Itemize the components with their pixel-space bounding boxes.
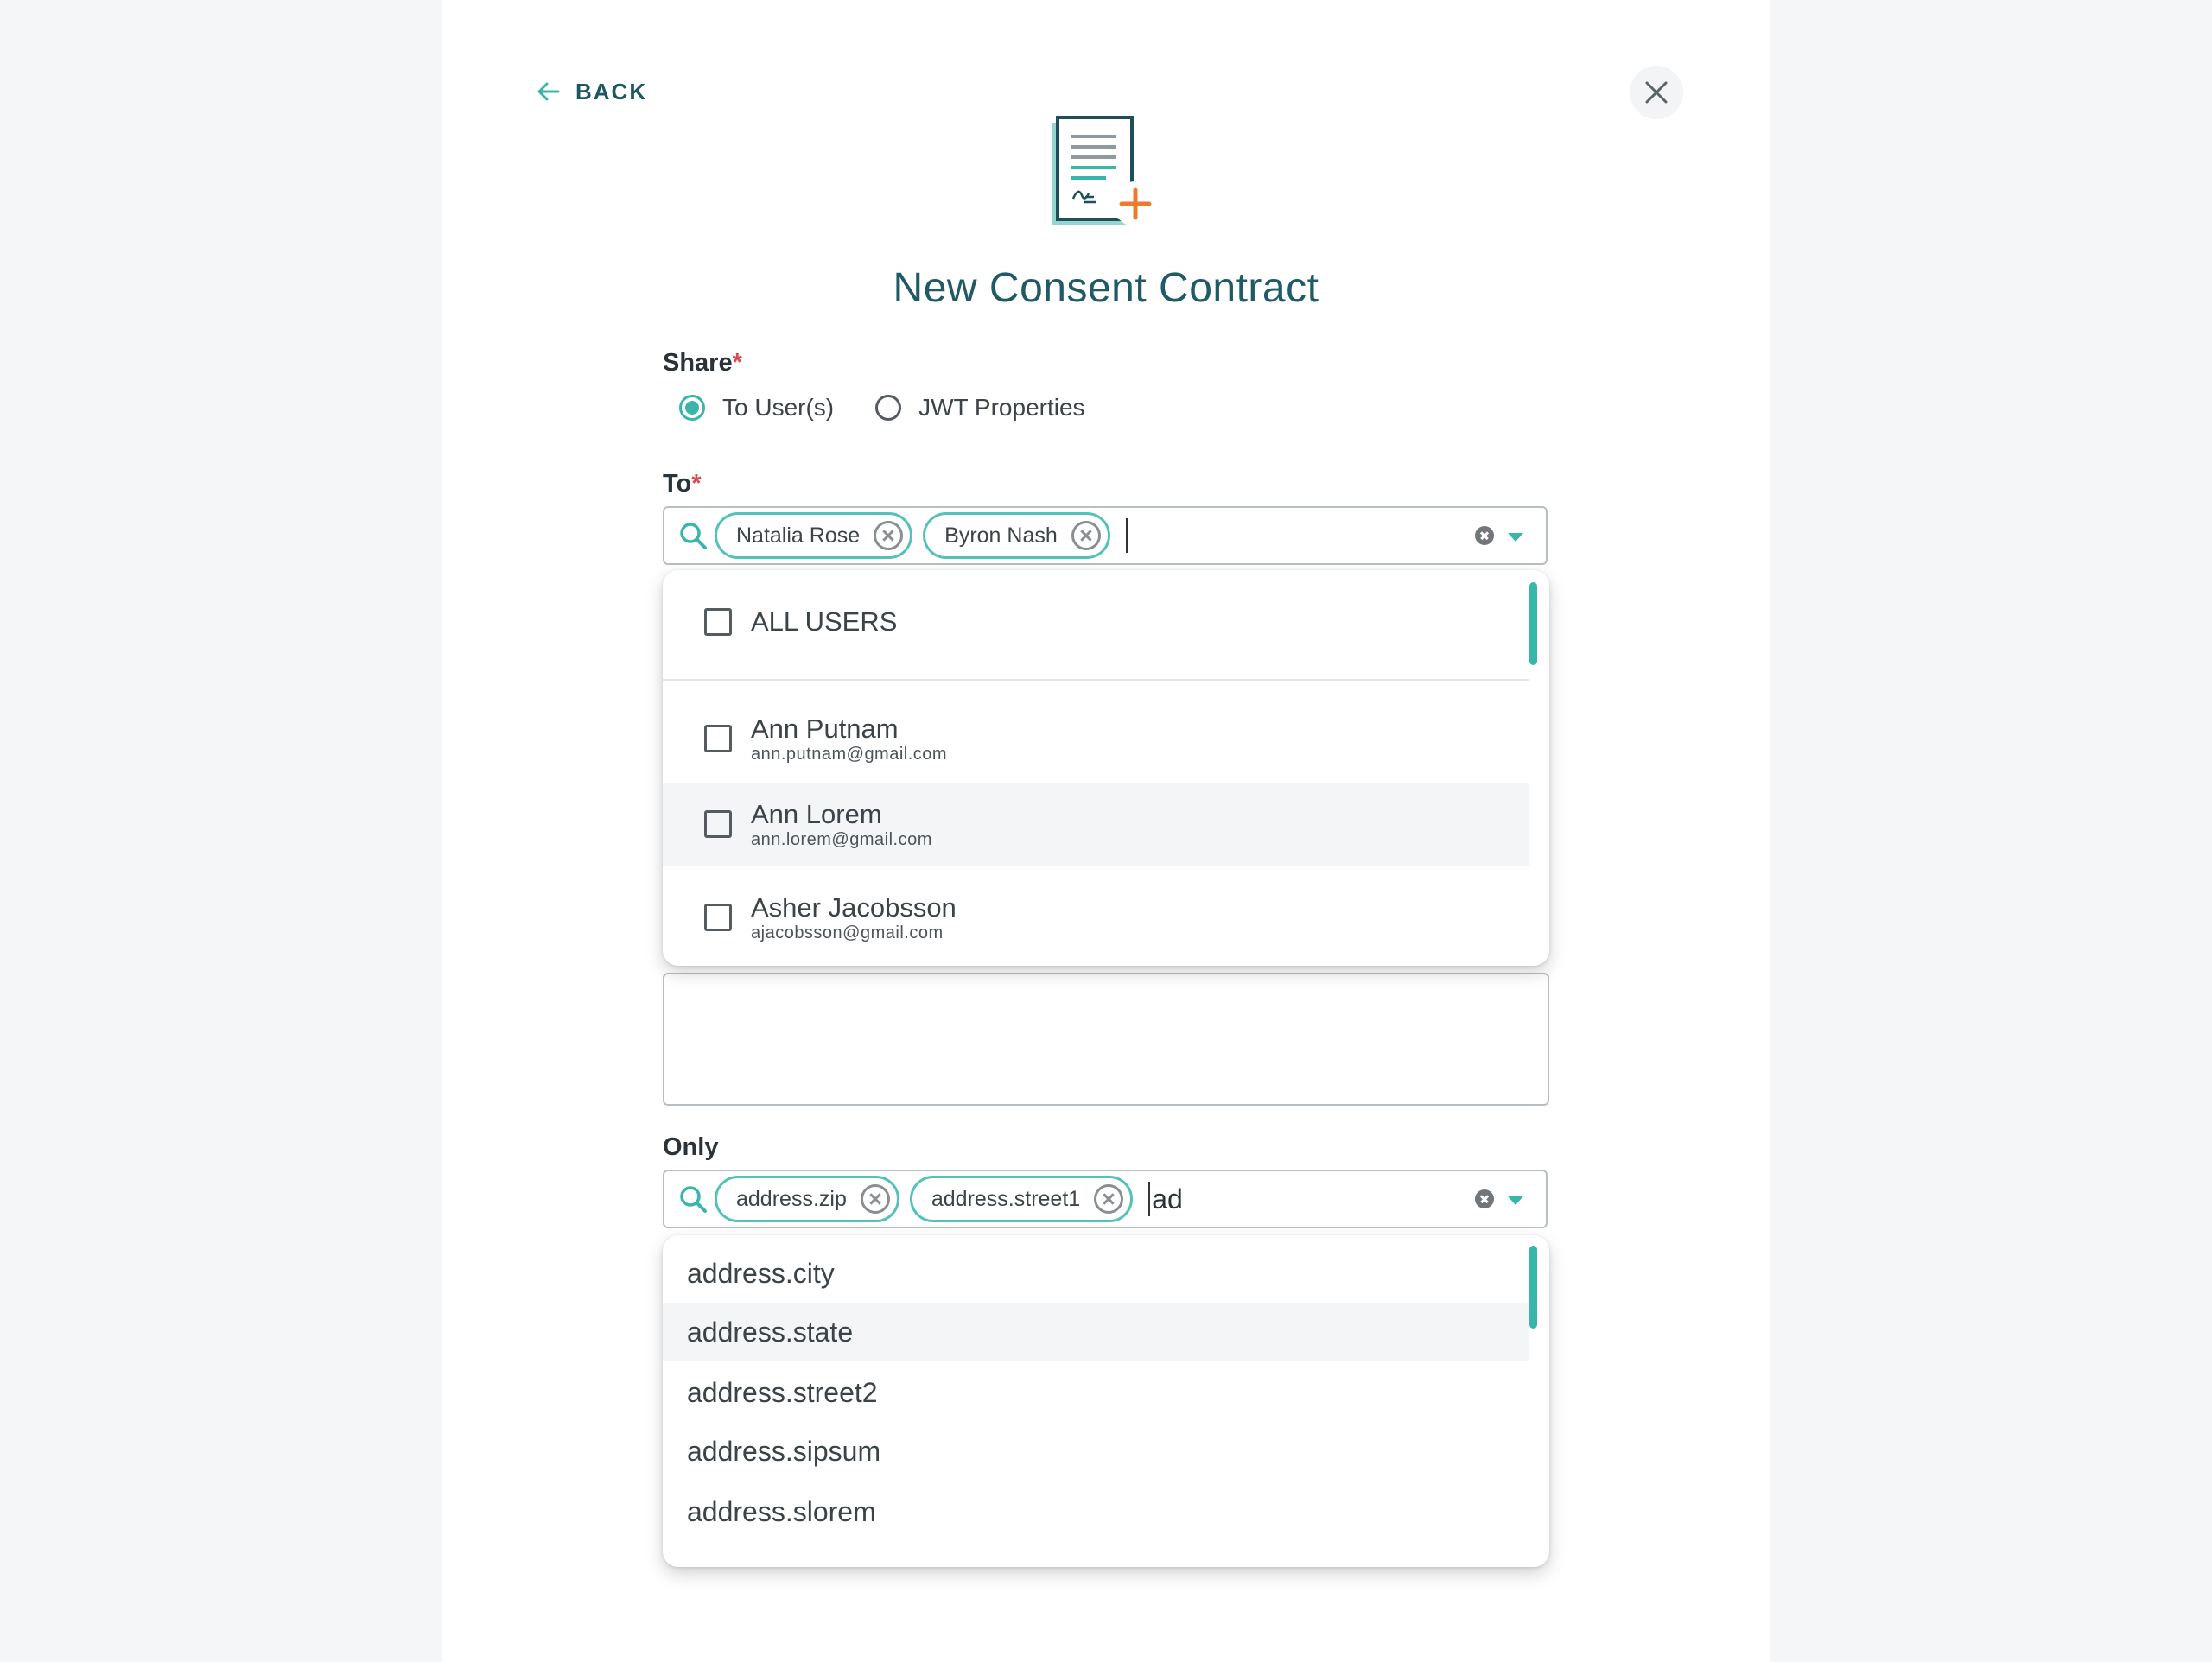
user-name: Ann Lorem — [751, 798, 882, 829]
only-properties-input[interactable]: address.zip address.street1 ad — [663, 1170, 1548, 1228]
to-recipient-input[interactable]: Natalia Rose Byron Nash — [663, 506, 1548, 565]
property-option[interactable]: address.city — [663, 1244, 1529, 1303]
dropdown-arrow-icon[interactable] — [1508, 533, 1523, 542]
close-icon — [1645, 81, 1668, 104]
back-label: BACK — [575, 78, 648, 105]
user-name: Asher Jacobsson — [751, 891, 957, 923]
share-label-text: Share — [663, 349, 733, 377]
radio-label: JWT Properties — [918, 394, 1085, 421]
user-option[interactable]: Asher Jacobsson ajacobsson@gmail.com — [663, 872, 1529, 962]
close-button[interactable] — [1630, 66, 1683, 119]
only-label: Only — [663, 1133, 719, 1161]
arrow-left-icon — [537, 82, 560, 101]
property-option[interactable]: address.sipsum — [663, 1422, 1529, 1481]
required-mark: * — [732, 349, 742, 377]
user-option[interactable]: Ann Lorem ann.lorem@gmail.com — [663, 783, 1529, 866]
remove-chip-icon[interactable] — [874, 521, 904, 550]
radio-label: To User(s) — [722, 394, 835, 421]
remove-chip-icon[interactable] — [1094, 1184, 1124, 1214]
property-option[interactable]: address.street2 — [663, 1363, 1529, 1422]
text-caret — [1148, 1182, 1151, 1216]
radio-to-users[interactable]: To User(s) — [679, 394, 834, 422]
property-option[interactable]: address.state — [663, 1303, 1529, 1361]
share-label: Share* — [663, 349, 742, 377]
user-name: Ann Putnam — [751, 713, 899, 744]
property-dropdown: address.city address.state address.stree… — [663, 1235, 1549, 1567]
radio-selected-icon — [679, 395, 705, 421]
property-chip[interactable]: address.street1 — [909, 1176, 1134, 1222]
clear-icon[interactable] — [1475, 1189, 1494, 1208]
property-option[interactable]: address.slorem — [663, 1482, 1529, 1541]
scrollbar[interactable] — [1529, 582, 1537, 665]
user-email: ajacobsson@gmail.com — [751, 923, 944, 942]
remove-chip-icon[interactable] — [860, 1184, 890, 1214]
user-email: ann.putnam@gmail.com — [751, 744, 948, 764]
chip-label: address.zip — [736, 1186, 847, 1211]
checkbox[interactable] — [704, 810, 732, 838]
clear-icon[interactable] — [1475, 526, 1494, 545]
option-label: ALL USERS — [751, 606, 898, 637]
search-icon — [680, 523, 707, 549]
to-label-text: To — [663, 470, 692, 498]
remove-chip-icon[interactable] — [1071, 521, 1101, 550]
recipient-chip[interactable]: Natalia Rose — [715, 512, 913, 559]
contract-document-icon — [1052, 116, 1158, 226]
back-button[interactable]: BACK — [536, 74, 647, 109]
radio-unselected-icon — [875, 395, 902, 421]
checkbox[interactable] — [704, 608, 732, 636]
chip-label: Natalia Rose — [736, 523, 861, 548]
property-chip[interactable]: address.zip — [715, 1176, 899, 1222]
chip-label: Byron Nash — [944, 523, 1058, 548]
radio-jwt-properties[interactable]: JWT Properties — [875, 394, 1085, 422]
all-users-option[interactable]: ALL USERS — [663, 591, 1529, 653]
recipient-chip[interactable]: Byron Nash — [923, 512, 1110, 559]
chip-label: address.street1 — [931, 1186, 1081, 1211]
share-radio-group: To User(s) JWT Properties — [679, 394, 1127, 422]
user-dropdown: ALL USERS Ann Putnam ann.putnam@gmail.co… — [663, 570, 1549, 966]
dropdown-arrow-icon[interactable] — [1508, 1196, 1523, 1205]
checkbox[interactable] — [704, 725, 732, 752]
scrollbar[interactable] — [1529, 1246, 1537, 1329]
only-typed-text[interactable]: ad — [1152, 1183, 1183, 1215]
to-label: To* — [663, 470, 702, 498]
search-icon — [680, 1186, 707, 1213]
user-email: ann.lorem@gmail.com — [751, 829, 932, 849]
message-textarea[interactable] — [663, 973, 1549, 1106]
user-option[interactable]: Ann Putnam ann.putnam@gmail.com — [663, 696, 1529, 781]
page-title: New Consent Contract — [893, 265, 1319, 311]
required-mark: * — [691, 470, 702, 498]
checkbox[interactable] — [704, 904, 732, 931]
divider — [663, 679, 1529, 681]
text-caret — [1125, 518, 1128, 553]
